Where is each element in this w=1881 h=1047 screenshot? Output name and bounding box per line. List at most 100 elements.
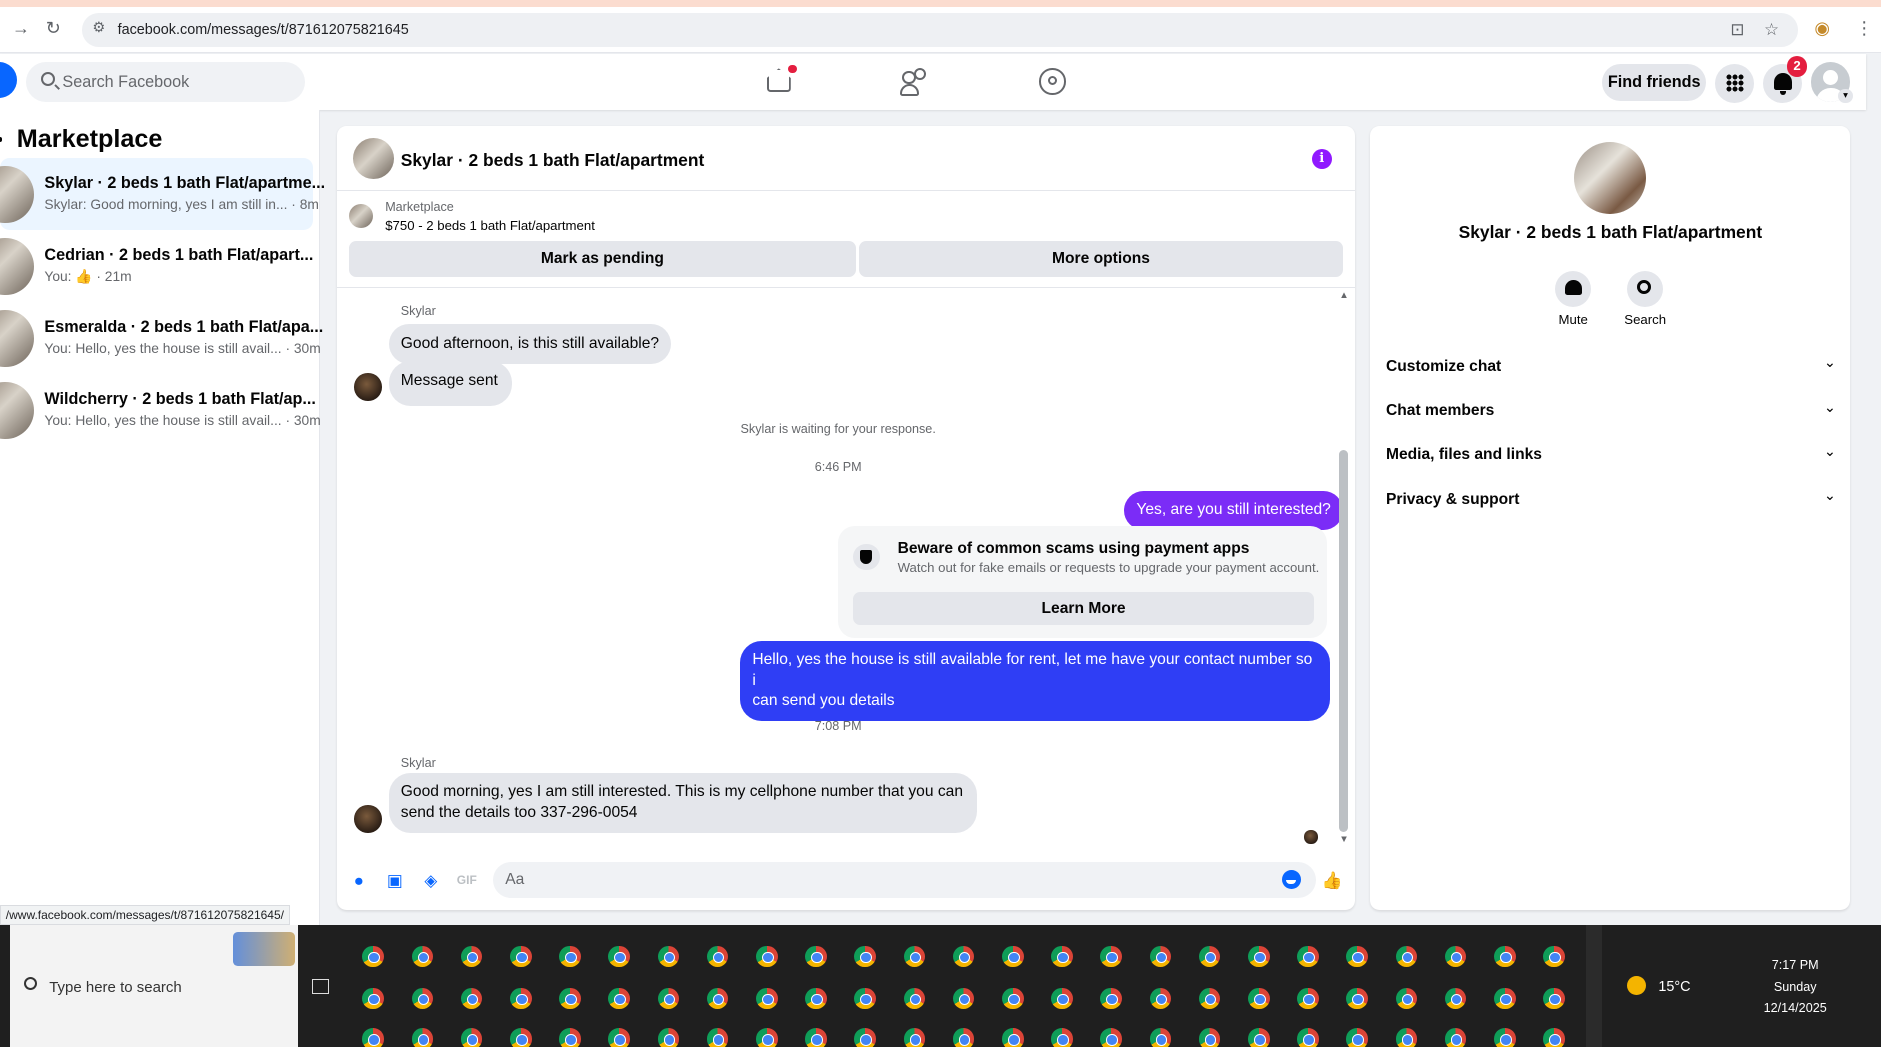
site-info-icon[interactable]: ⚙ <box>92 20 105 36</box>
taskbar-app-icon[interactable] <box>1002 1028 1024 1047</box>
conversation-item-cedrian[interactable]: Cedrian · 2 beds 1 bath Flat/apart... Yo… <box>0 230 313 302</box>
taskbar-app-icon[interactable] <box>706 945 729 968</box>
taskbar-app-icon[interactable] <box>510 987 532 1010</box>
conversation-item-wildcherry[interactable]: Wildcherry · 2 beds 1 bath Flat/ap... Yo… <box>0 374 321 446</box>
account-chevron-down-icon[interactable]: ▾ <box>1838 88 1853 104</box>
taskbar-app-icon[interactable] <box>1494 987 1516 1010</box>
sender-avatar[interactable] <box>353 373 382 401</box>
taskbar-app-icon[interactable] <box>1051 987 1073 1010</box>
taskbar-app-icon[interactable] <box>362 945 384 968</box>
taskbar-app-icon[interactable] <box>952 1028 975 1047</box>
mute-button[interactable] <box>1555 271 1592 308</box>
thumbs-up-send-icon[interactable]: 👍 <box>1321 870 1343 892</box>
taskbar-app-icon[interactable] <box>952 945 975 968</box>
forward-icon[interactable]: → <box>12 18 30 39</box>
taskbar-app-icon[interactable] <box>805 987 827 1010</box>
incoming-message[interactable]: Good afternoon, is this still available? <box>388 323 672 364</box>
taskbar-app-icon[interactable] <box>1100 987 1122 1010</box>
taskbar-app-icon[interactable] <box>1346 945 1368 968</box>
taskbar-app-icon[interactable] <box>1002 945 1024 968</box>
taskbar-app-icon[interactable] <box>805 945 827 968</box>
taskbar-app-icon[interactable] <box>706 1028 729 1047</box>
taskbar-app-icon[interactable] <box>903 1028 926 1047</box>
taskbar-app-icon[interactable] <box>1543 1028 1565 1047</box>
chat-scrollbar[interactable] <box>1339 450 1348 832</box>
taskbar-app-icon[interactable] <box>1444 987 1467 1010</box>
taskbar-app-icon[interactable] <box>559 987 581 1010</box>
taskbar-app-icon[interactable] <box>411 1028 434 1047</box>
home-nav-icon[interactable] <box>763 64 797 97</box>
taskbar-app-icon[interactable] <box>903 945 926 968</box>
mark-as-pending-button[interactable]: Mark as pending <box>349 241 856 278</box>
chat-members-section[interactable]: Chat members ⌄ <box>1386 394 1836 430</box>
taskbar-app-icon[interactable] <box>1297 945 1319 968</box>
address-bar[interactable]: ⚙ facebook.com/messages/t/87161207582164… <box>81 13 1798 47</box>
privacy-support-section[interactable]: Privacy & support ⌄ <box>1386 482 1836 518</box>
taskbar-app-icon[interactable] <box>608 987 630 1010</box>
temperature[interactable]: 15°C <box>1658 979 1690 995</box>
taskbar-app-icon[interactable] <box>756 1028 778 1047</box>
outgoing-message[interactable]: Yes, are you still interested? <box>1124 490 1343 531</box>
friends-nav-icon[interactable] <box>900 66 931 97</box>
taskbar-app-icon[interactable] <box>1494 945 1516 968</box>
taskbar-app-icon[interactable] <box>1149 945 1172 968</box>
url-text[interactable]: facebook.com/messages/t/871612075821645 <box>118 22 409 38</box>
taskbar-app-icon[interactable] <box>952 987 975 1010</box>
taskbar-app-icon[interactable] <box>1395 987 1418 1010</box>
install-app-icon[interactable]: ⊡ <box>1730 19 1744 40</box>
taskbar-app-icon[interactable] <box>1297 987 1319 1010</box>
taskbar-app-icon[interactable] <box>1051 945 1073 968</box>
taskbar-app-icon[interactable] <box>1297 1028 1319 1047</box>
sticker-icon[interactable]: ◈ <box>420 870 442 892</box>
reload-icon[interactable]: ↻ <box>46 18 61 39</box>
scroll-down-arrow-icon[interactable]: ▼ <box>1339 834 1349 845</box>
taskbar-app-icon[interactable] <box>510 945 532 968</box>
incoming-message[interactable]: Good morning, yes I am still interested.… <box>388 772 977 833</box>
taskbar-app-icon[interactable] <box>1494 1028 1516 1047</box>
emoji-icon[interactable] <box>1281 869 1301 890</box>
task-view-icon[interactable] <box>312 979 329 994</box>
customize-chat-section[interactable]: Customize chat ⌄ <box>1386 349 1836 385</box>
media-files-links-section[interactable]: Media, files and links ⌄ <box>1386 438 1836 474</box>
taskbar-app-icon[interactable] <box>706 987 729 1010</box>
taskbar-app-icon[interactable] <box>559 1028 581 1047</box>
taskbar-app-icon[interactable] <box>657 987 680 1010</box>
taskbar-app-icon[interactable] <box>1395 1028 1418 1047</box>
menu-grid-button[interactable] <box>1714 63 1755 104</box>
taskbar-app-icon[interactable] <box>1248 987 1270 1010</box>
find-friends-button[interactable]: Find friends <box>1602 63 1707 101</box>
taskbar-app-icon[interactable] <box>1543 945 1565 968</box>
taskbar-app-icon[interactable] <box>1198 945 1221 968</box>
taskbar-app-icon[interactable] <box>805 1028 827 1047</box>
weather-icon[interactable] <box>1627 975 1647 995</box>
browser-menu-icon[interactable]: ⋮ <box>1855 18 1873 39</box>
info-icon[interactable]: i <box>1311 148 1332 170</box>
taskbar-app-icon[interactable] <box>1444 945 1467 968</box>
taskbar-app-icon[interactable] <box>1248 1028 1270 1047</box>
taskbar-app-icon[interactable] <box>1198 987 1221 1010</box>
chat-listing-thumbnail[interactable] <box>352 138 394 179</box>
outgoing-message[interactable]: Hello, yes the house is still available … <box>740 640 1330 722</box>
search-conversation-button[interactable] <box>1627 271 1664 308</box>
taskbar-app-icon[interactable] <box>1100 1028 1122 1047</box>
facebook-search[interactable]: Search Facebook <box>26 62 305 102</box>
taskbar-app-icon[interactable] <box>756 987 778 1010</box>
taskbar-app-icon[interactable] <box>1346 1028 1368 1047</box>
taskbar-app-icon[interactable] <box>1444 1028 1467 1047</box>
taskbar-app-icon[interactable] <box>460 945 483 968</box>
photo-icon[interactable]: ▣ <box>384 870 406 892</box>
taskbar-app-icon[interactable] <box>1149 987 1172 1010</box>
groups-nav-icon[interactable] <box>1037 66 1068 97</box>
taskbar-app-icon[interactable] <box>362 1028 384 1047</box>
taskbar-app-icon[interactable] <box>1051 1028 1073 1047</box>
learn-more-button[interactable]: Learn More <box>853 591 1314 626</box>
listing-avatar[interactable] <box>1574 141 1647 214</box>
taskbar-app-icon[interactable] <box>854 987 876 1010</box>
conversation-item-skylar[interactable]: Skylar · 2 beds 1 bath Flat/apartme... S… <box>0 158 325 231</box>
taskbar-app-icon[interactable] <box>1149 1028 1172 1047</box>
taskbar-app-icon[interactable] <box>559 945 581 968</box>
taskbar-app-icon[interactable] <box>1002 987 1024 1010</box>
facebook-logo-icon[interactable] <box>0 62 17 99</box>
taskbar-app-icon[interactable] <box>657 945 680 968</box>
taskbar-app-icon[interactable] <box>854 945 876 968</box>
